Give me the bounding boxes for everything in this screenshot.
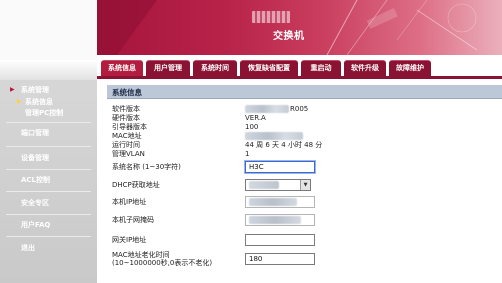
sidebar-item-pc-control[interactable]: 管理PC控制 (0, 106, 97, 118)
sidebar-item-label: 安全专区 (21, 199, 49, 207)
tab-restart[interactable]: 重启动 (301, 60, 341, 76)
label-subnet-mask: 本机子网掩码 (112, 216, 154, 224)
local-ip-input[interactable] (245, 196, 315, 208)
subnet-mask-input[interactable] (245, 214, 315, 226)
sidebar-item-security-zone[interactable]: 安全专区 (0, 193, 97, 213)
tab-bar: 系统信息 用户管理 系统时间 恢复缺省配置 重启动 软件升级 故障维护 (97, 60, 502, 76)
redacted-local-ip (249, 198, 297, 206)
sidebar-item-label: 设备管理 (21, 154, 49, 162)
banner-model-logo (252, 11, 290, 23)
label-mac-aging-line2: (10~1000000秒,0表示不老化) (112, 259, 213, 267)
sidebar-item-label: 管理PC控制 (25, 109, 64, 117)
label-uptime: 运行时间 (112, 141, 140, 149)
sidebar-item-label: 退出 (21, 244, 35, 252)
tab-user-management[interactable]: 用户管理 (146, 60, 190, 76)
redacted-dhcp-value (249, 181, 279, 189)
gateway-ip-input[interactable] (245, 234, 315, 246)
label-mac-address: MAC地址 (112, 132, 142, 140)
main-content: 系统信息 软件版本 R005 硬件版本 VER.A 引导器版本 100 MAC地… (107, 85, 502, 283)
sidebar-item-device-management[interactable]: 设备管理 (0, 148, 97, 168)
header-left-blank (0, 0, 97, 60)
system-name-input[interactable] (245, 161, 315, 173)
label-boot-version: 引导器版本 (112, 123, 147, 131)
sidebar-item-label: ACL控制 (21, 176, 51, 184)
value-software-version: R005 (290, 105, 309, 113)
sidebar-item-label: 端口管理 (21, 129, 49, 137)
tab-system-time[interactable]: 系统时间 (193, 60, 237, 76)
selected-arrow-icon: ▶ (17, 98, 22, 105)
tab-system-info[interactable]: 系统信息 (101, 60, 143, 76)
mac-aging-input[interactable] (245, 253, 315, 265)
tab-fault-maintenance[interactable]: 故障维护 (389, 60, 431, 76)
sidebar: ▶ 系统管理 ▶ 系统信息 管理PC控制 端口管理 设备管理 ACL控制 安全专… (0, 60, 97, 283)
label-local-ip: 本机IP地址 (112, 198, 147, 206)
label-mgmt-vlan: 管理VLAN (112, 150, 145, 158)
dhcp-select[interactable]: ▼ (245, 179, 311, 191)
sidebar-item-logout[interactable]: 退出 (0, 238, 97, 258)
sidebar-top (0, 60, 97, 80)
sidebar-item-acl-control[interactable]: ACL控制 (0, 170, 97, 190)
label-gateway-ip: 网关IP地址 (112, 236, 147, 244)
sidebar-item-user-faq[interactable]: 用户FAQ (0, 215, 97, 235)
header-banner: 交换机 (97, 0, 502, 55)
redacted-mac-address (245, 132, 303, 140)
label-mac-aging-line1: MAC地址老化时间 (112, 251, 170, 259)
header: 交换机 (0, 0, 502, 60)
value-hardware-version: VER.A (245, 114, 266, 122)
bullet-arrow-icon: ▶ (10, 86, 15, 93)
label-hardware-version: 硬件版本 (112, 114, 140, 122)
label-dhcp: DHCP获取地址 (112, 181, 160, 189)
sidebar-item-label: 用户FAQ (21, 221, 51, 229)
redacted-subnet-mask (249, 216, 301, 224)
chevron-down-icon[interactable]: ▼ (300, 180, 310, 190)
value-uptime: 44 周 6 天 4 小时 48 分 (245, 141, 323, 149)
label-system-name: 系统名称 (1~30字符) (112, 163, 181, 171)
value-mgmt-vlan: 1 (245, 150, 250, 158)
label-software-version: 软件版本 (112, 105, 140, 113)
value-boot-version: 100 (245, 123, 259, 131)
redacted-version-prefix (245, 105, 289, 113)
tab-software-upgrade[interactable]: 软件升级 (344, 60, 386, 76)
divider (6, 236, 91, 237)
sidebar-item-port-management[interactable]: 端口管理 (0, 123, 97, 143)
divider (6, 146, 91, 147)
tab-restore-defaults[interactable]: 恢复缺省配置 (240, 60, 298, 76)
sidebar-item-label: 系统管理 (21, 86, 49, 94)
section-header: 系统信息 (107, 85, 502, 99)
divider (6, 191, 91, 192)
tab-underline (97, 76, 502, 79)
banner-title: 交换机 (273, 31, 305, 42)
section-title: 系统信息 (112, 88, 142, 97)
